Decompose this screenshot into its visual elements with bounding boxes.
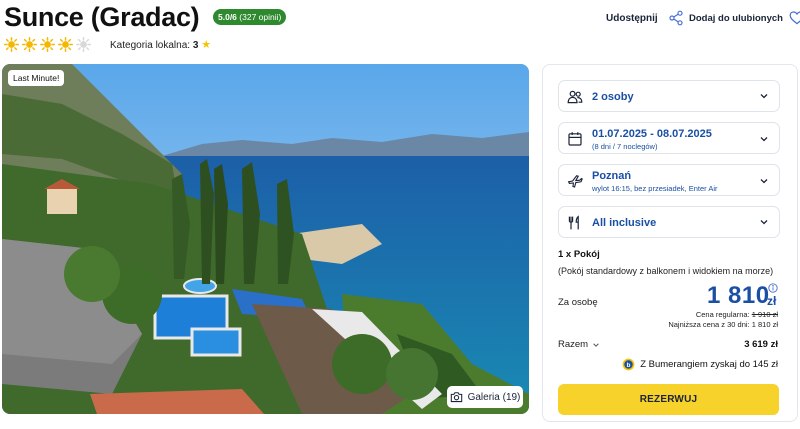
hotel-photo[interactable]: [2, 64, 529, 414]
regular-price-label: Cena regularna:: [695, 310, 750, 319]
bumerang-logo-icon: b: [622, 358, 635, 371]
board-select[interactable]: All inclusive: [558, 206, 780, 238]
sun-icon: [22, 37, 37, 52]
sun-icon: [4, 37, 19, 52]
total-toggle[interactable]: Razem: [558, 339, 600, 350]
share-label: Udostępnij: [606, 12, 658, 24]
departure-sub: wylot 16:15, bez przesiadek, Enter Air: [592, 184, 718, 193]
per-person-label: Za osobę: [558, 297, 598, 308]
room-description: (Pokój standardowy z balkonem i widokiem…: [558, 266, 774, 276]
chevron-down-icon: [760, 220, 768, 225]
info-icon[interactable]: [768, 283, 778, 293]
chevron-down-icon: [760, 94, 768, 99]
heart-icon: [789, 11, 800, 25]
lowest-price: Najniższa cena z 30 dni: 1 810 zł: [668, 320, 778, 329]
calendar-icon: [568, 132, 582, 146]
rating-count: (327 opinii): [239, 12, 282, 22]
sun-icon: [58, 37, 73, 52]
star-icon: ★: [201, 39, 212, 51]
hotel-photo-illustration: [2, 64, 529, 414]
bumerang-text: Z Bumerangiem zyskaj do 145 zł: [640, 359, 778, 370]
sun-icon: [40, 37, 55, 52]
lowest-price-label: Najniższa cena z 30 dni:: [668, 320, 750, 329]
regular-price: Cena regularna: 1 910 zł: [696, 310, 778, 319]
people-icon: [567, 90, 583, 104]
favorite-label: Dodaj do ulubionych: [689, 12, 783, 24]
room-count: 1 x Pokój: [558, 249, 600, 260]
board-label: All inclusive: [592, 217, 657, 229]
sun-rating: [4, 37, 91, 52]
regular-price-value: 1 910 zł: [751, 310, 778, 319]
dates-select[interactable]: 01.07.2025 - 08.07.2025 (8 dni / 7 nocle…: [558, 122, 780, 154]
rating-score: 5.0/6: [218, 12, 237, 22]
sun-empty-icon: [76, 37, 91, 52]
gallery-button[interactable]: Galeria (19): [447, 386, 523, 408]
last-minute-badge: Last Minute!: [8, 70, 65, 86]
favorite-button[interactable]: Dodaj do ulubionych: [689, 10, 800, 26]
gallery-label: Galeria (19): [467, 391, 521, 403]
local-category: Kategoria lokalna: 3 ★: [110, 38, 211, 51]
total-value: 3 619 zł: [744, 339, 778, 350]
share-icon: [669, 10, 683, 26]
chevron-down-icon: [593, 342, 599, 347]
dates-label: 01.07.2025 - 08.07.2025: [592, 128, 712, 140]
rating-badge[interactable]: 5.0/6 (327 opinii): [213, 9, 287, 25]
reserve-button[interactable]: REZERWUJ: [558, 384, 779, 415]
plane-icon: [567, 175, 583, 188]
dates-sub: (8 dni / 7 noclegów): [592, 142, 658, 151]
guests-label: 2 osoby: [592, 91, 634, 103]
local-category-value: 3: [192, 40, 199, 51]
share-button[interactable]: Udostępnij: [606, 10, 684, 26]
lowest-price-value: 1 810 zł: [751, 320, 778, 329]
total-label: Razem: [558, 339, 589, 350]
departure-select[interactable]: Poznań wylot 16:15, bez przesiadek, Ente…: [558, 164, 780, 196]
camera-icon: [450, 392, 462, 403]
price-currency: zł: [767, 294, 777, 308]
guests-select[interactable]: 2 osoby: [558, 80, 780, 112]
svg-text:b: b: [627, 362, 631, 369]
cutlery-icon: [568, 215, 579, 230]
chevron-down-icon: [760, 179, 768, 184]
price-per-person: 1 810: [707, 282, 770, 309]
chevron-down-icon: [760, 137, 768, 142]
local-category-label: Kategoria lokalna:: [110, 40, 191, 51]
bumerang-info: b Z Bumerangiem zyskaj do 145 zł: [622, 358, 778, 371]
departure-label: Poznań: [592, 170, 632, 182]
hotel-title: Sunce (Gradac): [4, 2, 200, 32]
